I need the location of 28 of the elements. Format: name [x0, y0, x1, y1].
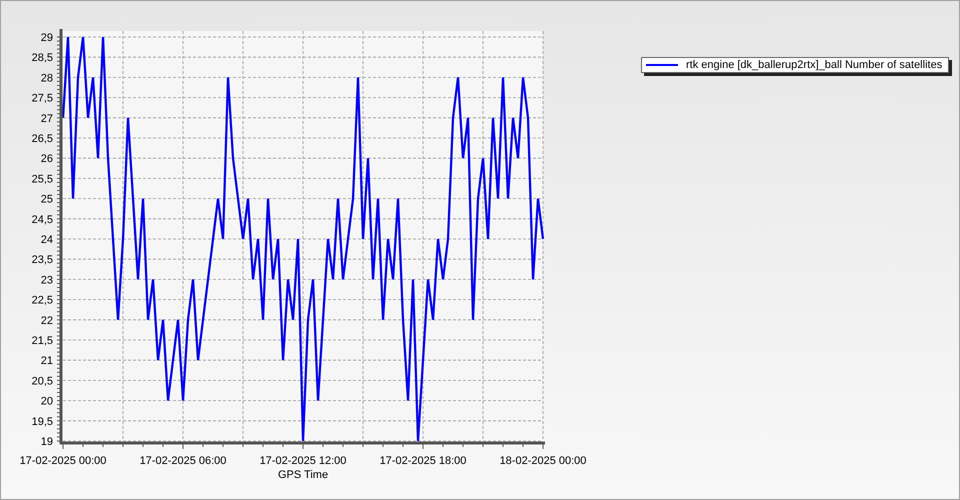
tick-label: 22: [40, 314, 53, 327]
tick-label: 20: [40, 396, 53, 408]
tick-label: 17-02-2025 06:00: [140, 455, 226, 467]
tick-label: 21,5: [32, 335, 53, 347]
tick-label: 23,5: [32, 254, 53, 266]
tick-label: 23: [40, 274, 53, 286]
tick-label: 21: [40, 355, 53, 368]
tick-label: 17-02-2025 18:00: [380, 455, 466, 467]
tick-label: 28,5: [32, 52, 53, 64]
tick-label: 18-02-2025 00:00: [500, 455, 586, 467]
tick-label: 26,5: [32, 133, 53, 145]
tick-label: 25,5: [32, 173, 53, 186]
axis-title: GPS Time: [278, 469, 328, 481]
tick-label: 29: [40, 32, 53, 44]
tick-label: 26: [40, 153, 53, 166]
tick-label: 19,5: [32, 416, 53, 428]
tick-label: 19: [40, 436, 53, 448]
tick-label: 24,5: [32, 214, 53, 226]
tick-label: 27,5: [32, 92, 53, 105]
tick-label: 25: [40, 194, 53, 206]
tick-label: 24: [40, 234, 53, 246]
tick-label: 17-02-2025 00:00: [20, 455, 106, 467]
legend-label: rtk engine [dk_ballerup2rtx]_ball Number of satellites: [686, 59, 942, 71]
tick-label: 28: [40, 72, 53, 84]
tick-label: 27: [40, 112, 53, 125]
tick-label: 22,5: [32, 294, 53, 307]
tick-label: 17-02-2025 12:00: [260, 455, 346, 467]
tick-label: 20,5: [32, 375, 53, 388]
